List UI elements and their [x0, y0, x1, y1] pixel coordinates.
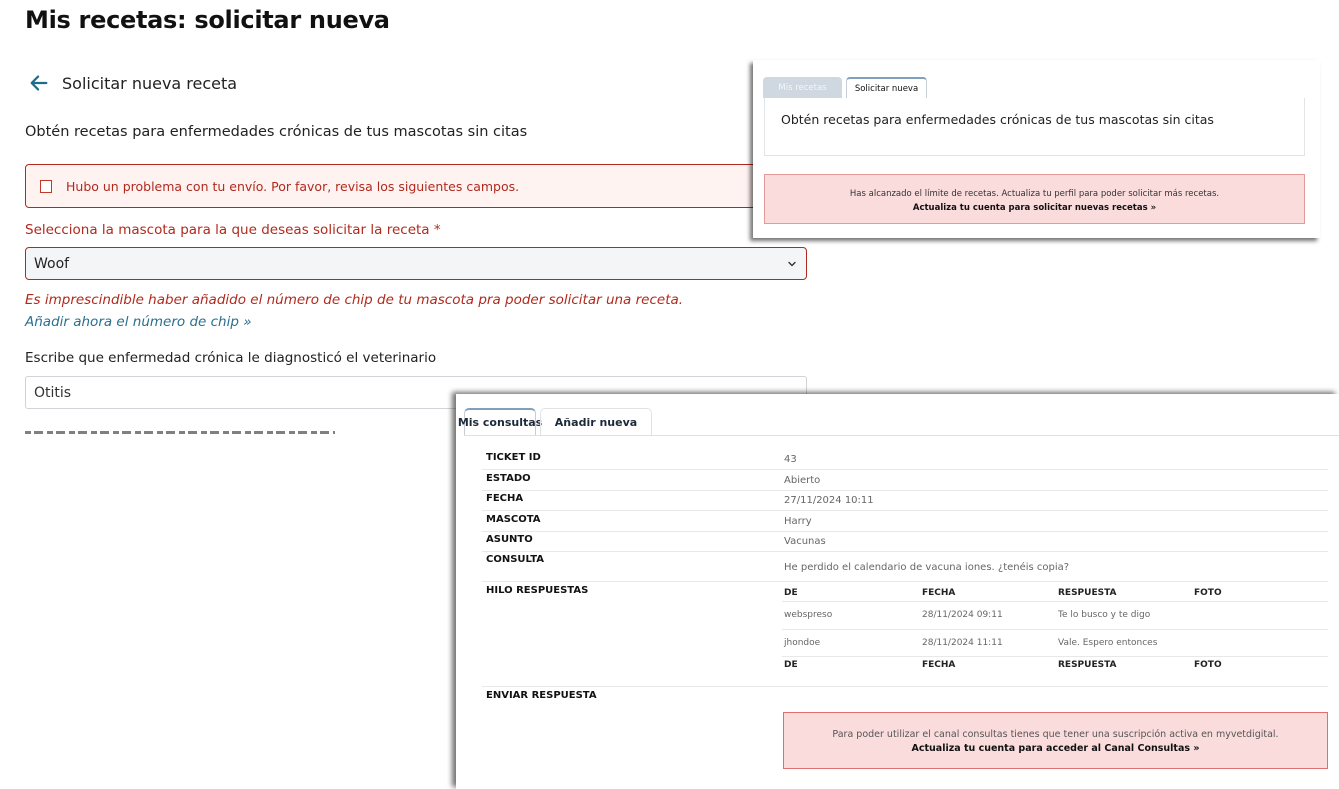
intro-text: Obtén recetas para enfermedades crónicas… [25, 124, 528, 140]
recetas-screenshot-panel: Mis recetas Solicitar nueva Obtén receta… [753, 60, 1320, 238]
enviar-respuesta-label: ENVIAR RESPUESTA [486, 690, 597, 701]
consulta-label: CONSULTA [486, 554, 545, 565]
pet-select[interactable]: Woof [25, 247, 807, 280]
thread-row-de: jhondoe [784, 638, 821, 648]
recetas-intro: Obtén recetas para enfermedades crónicas… [764, 98, 1305, 156]
thread-footer-de: DE [784, 660, 798, 670]
estado-value: Abierto [784, 475, 821, 486]
thread-header-de: DE [784, 588, 798, 598]
tab-solicitar-nueva[interactable]: Solicitar nueva [846, 77, 927, 98]
chip-warning: Es imprescindible haber añadido el númer… [25, 292, 684, 308]
back-link[interactable]: Solicitar nueva receta [28, 72, 237, 94]
asunto-value: Vacunas [784, 536, 826, 547]
subscription-alert: Para poder utilizar el canal consultas t… [783, 712, 1328, 769]
row-divider [482, 490, 1328, 491]
mascota-label: MASCOTA [486, 514, 541, 525]
arrow-left-icon[interactable] [28, 72, 50, 94]
pet-select-label: Selecciona la mascota para la que deseas… [25, 222, 441, 238]
thread-header-foto: FOTO [1194, 588, 1222, 598]
row-divider [482, 551, 1328, 552]
hilo-respuestas-label: HILO RESPUESTAS [486, 585, 589, 596]
error-alert: Hubo un problema con tu envío. Por favor… [25, 164, 805, 208]
recetas-tabs: Mis recetas Solicitar nueva [763, 77, 927, 98]
tab-mis-recetas[interactable]: Mis recetas [763, 77, 842, 98]
subscription-message: Para poder utilizar el canal consultas t… [832, 729, 1279, 740]
thread-footer-respuesta: RESPUESTA [1058, 660, 1117, 670]
asunto-label: ASUNTO [486, 534, 533, 545]
thread-footer-fecha: FECHA [922, 660, 956, 670]
error-message: Hubo un problema con tu envío. Por favor… [66, 178, 520, 194]
ticket-id-label: TICKET ID [486, 452, 541, 463]
row-divider [482, 686, 1328, 687]
recipe-limit-message: Has alcanzado el límite de recetas. Actu… [849, 189, 1220, 199]
fecha-value: 27/11/2024 10:11 [784, 495, 874, 506]
consulta-value: He perdido el calendario de vacuna iones… [784, 562, 1070, 573]
upgrade-consultas-link[interactable]: Actualiza tu cuenta para acceder al Cana… [912, 743, 1200, 754]
thread-row-respuesta: Vale. Espero entonces [1058, 638, 1158, 648]
thread-row-fecha: 28/11/2024 09:11 [922, 610, 1003, 620]
tab-anadir-nueva[interactable]: Añadir nueva [540, 408, 652, 435]
thread-row-de: webspreso [784, 610, 833, 620]
thread-header-respuesta: RESPUESTA [1058, 588, 1117, 598]
mascota-value: Harry [784, 516, 812, 527]
row-divider [482, 581, 1328, 582]
page-title: Mis recetas: solicitar nueva [25, 6, 390, 34]
consultas-screenshot-panel: Mis consultas Añadir nueva TICKET ID 43 … [456, 394, 1339, 789]
fecha-label: FECHA [486, 493, 524, 504]
add-chip-link[interactable]: Añadir ahora el número de chip » [25, 314, 252, 330]
row-divider [482, 469, 1328, 470]
row-divider [782, 601, 1328, 602]
ticket-id-value: 43 [784, 454, 797, 465]
thread-footer-foto: FOTO [1194, 660, 1222, 670]
upgrade-recetas-link[interactable]: Actualiza tu cuenta para solicitar nueva… [913, 203, 1156, 213]
disease-field-label: Escribe que enfermedad crónica le diagno… [25, 350, 437, 366]
truncated-text [25, 428, 335, 438]
back-link-label[interactable]: Solicitar nueva receta [62, 74, 237, 93]
chevron-down-icon [788, 261, 796, 266]
recipe-limit-alert: Has alcanzado el límite de recetas. Actu… [764, 174, 1305, 224]
consultas-tabs: Mis consultas Añadir nueva [458, 408, 652, 435]
row-divider [782, 629, 1328, 630]
thread-header-fecha: FECHA [922, 588, 956, 598]
row-divider [782, 656, 1328, 657]
thread-row-respuesta: Te lo busco y te digo [1058, 610, 1151, 620]
tab-divider [464, 435, 1339, 436]
thread-row-fecha: 28/11/2024 11:11 [922, 638, 1003, 648]
estado-label: ESTADO [486, 473, 531, 484]
checkbox-icon [40, 179, 52, 193]
row-divider [482, 510, 1328, 511]
row-divider [482, 531, 1328, 532]
pet-select-value: Woof [34, 255, 70, 272]
tab-mis-consultas[interactable]: Mis consultas [458, 408, 542, 435]
